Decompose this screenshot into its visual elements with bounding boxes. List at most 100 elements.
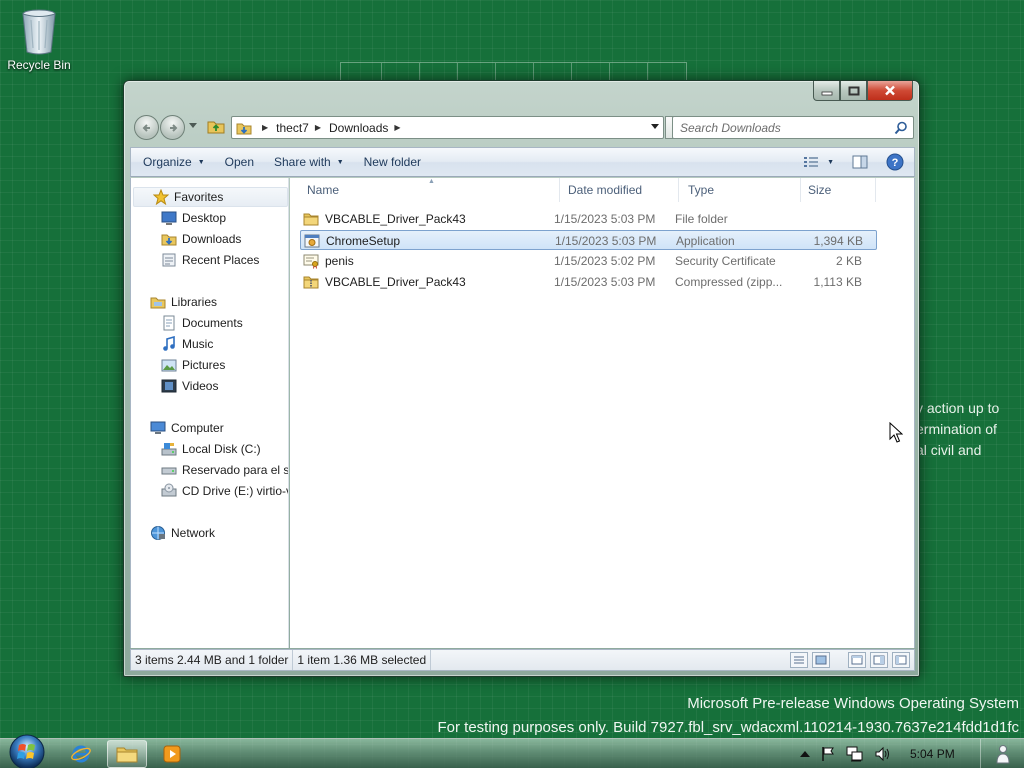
file-name: VBCABLE_Driver_Pack43	[325, 275, 466, 289]
svg-text:?: ?	[892, 157, 899, 169]
file-row[interactable]: penis 1/15/2023 5:02 PM Security Certifi…	[300, 251, 877, 271]
address-dropdown-icon[interactable]	[651, 124, 659, 130]
thumbnail-view-icon	[815, 655, 827, 665]
details-pane-layout-icon	[895, 655, 907, 665]
search-box[interactable]	[672, 116, 914, 139]
column-header-size[interactable]: Size	[801, 178, 876, 202]
breadcrumb-separator-icon[interactable]: ▶	[394, 123, 400, 132]
column-header-type[interactable]: Type	[681, 178, 801, 202]
downloads-folder-icon	[161, 231, 177, 247]
share-with-label: Share with	[274, 155, 331, 169]
taskbar-clock[interactable]: 5:04 PM	[910, 739, 955, 768]
nav-reserved-drive[interactable]: Reservado para el sis	[131, 460, 288, 480]
file-date: 1/15/2023 5:03 PM	[554, 212, 656, 226]
forward-arrow-icon	[169, 123, 177, 132]
nav-cd-drive[interactable]: CD Drive (E:) virtio-v	[131, 481, 288, 501]
maximize-button[interactable]	[840, 81, 867, 101]
search-input[interactable]	[680, 120, 885, 135]
change-view-button[interactable]: ▼	[803, 155, 834, 169]
folder-icon	[303, 211, 319, 227]
command-bar: Organize ▼ Open Share with ▼ New folder …	[130, 147, 915, 177]
taskbar-media-player[interactable]	[152, 740, 192, 768]
recent-pages-dropdown-icon[interactable]	[189, 123, 197, 129]
nav-recent-places[interactable]: Recent Places	[131, 250, 288, 270]
thumbnail-view-button[interactable]	[812, 652, 830, 668]
breadcrumb-separator-icon[interactable]: ▶	[315, 123, 321, 132]
forward-button[interactable]	[160, 115, 185, 140]
nav-local-disk[interactable]: Local Disk (C:)	[131, 439, 288, 459]
nav-computer-label: Computer	[171, 421, 224, 435]
computer-icon	[150, 420, 166, 436]
back-arrow-icon	[142, 123, 150, 132]
details-view-button[interactable]	[790, 652, 808, 668]
nav-desktop[interactable]: Desktop	[131, 208, 288, 228]
sort-ascending-icon: ▲	[428, 178, 435, 185]
recycle-bin-desktop-icon[interactable]: Recycle Bin	[6, 6, 72, 72]
file-row-selected[interactable]: ChromeSetup 1/15/2023 5:03 PM Applicatio…	[300, 230, 877, 250]
recent-places-icon	[161, 252, 177, 268]
file-size: 1,394 KB	[813, 234, 863, 248]
taskbar-internet-explorer[interactable]	[61, 740, 101, 768]
file-date: 1/15/2023 5:02 PM	[554, 254, 656, 268]
chevron-down-icon[interactable]: ▼	[827, 159, 834, 166]
nav-local-disk-label: Local Disk (C:)	[182, 442, 261, 456]
open-button[interactable]: Open	[215, 148, 264, 176]
layout-button-1[interactable]	[848, 652, 866, 668]
file-row[interactable]: VBCABLE_Driver_Pack43 1/15/2023 5:03 PM …	[300, 209, 877, 229]
breadcrumb-user[interactable]: thect7	[276, 121, 309, 135]
show-desktop-button[interactable]	[980, 739, 1024, 768]
layout-button-2[interactable]	[870, 652, 888, 668]
layout-button-3[interactable]	[892, 652, 910, 668]
status-items-summary: 3 items 2.44 MB and 1 folder	[131, 650, 294, 670]
volume-icon[interactable]	[874, 746, 892, 762]
help-icon[interactable]: ?	[886, 153, 904, 171]
recycle-bin-label: Recycle Bin	[7, 58, 71, 72]
navigation-row: ▶ thect7 ▶ Downloads ▶	[132, 114, 914, 140]
close-icon	[885, 85, 895, 96]
navigation-pane: Favorites Desktop Downloads Recent Place…	[130, 178, 289, 648]
back-button[interactable]	[134, 115, 159, 140]
system-tray	[800, 739, 892, 768]
breadcrumb-separator-icon[interactable]: ▶	[262, 123, 268, 132]
start-button[interactable]	[8, 733, 46, 768]
music-icon	[161, 336, 177, 352]
network-tray-icon[interactable]	[846, 746, 864, 762]
nav-music[interactable]: Music	[131, 334, 288, 354]
nav-pictures[interactable]: Pictures	[131, 355, 288, 375]
nav-videos[interactable]: Videos	[131, 376, 288, 396]
nav-downloads[interactable]: Downloads	[131, 229, 288, 249]
videos-icon	[161, 378, 177, 394]
file-row[interactable]: VBCABLE_Driver_Pack43 1/15/2023 5:03 PM …	[300, 272, 877, 292]
column-header-date[interactable]: Date modified	[561, 178, 679, 202]
preview-pane-icon[interactable]	[852, 155, 868, 169]
share-with-menu[interactable]: Share with ▼	[264, 148, 354, 176]
nav-favorites[interactable]: Favorites	[133, 187, 288, 207]
action-center-flag-icon[interactable]	[820, 746, 836, 762]
star-icon	[153, 189, 169, 205]
breadcrumb-downloads[interactable]: Downloads	[329, 121, 388, 135]
nav-computer[interactable]: Computer	[131, 418, 288, 438]
minimize-button[interactable]	[813, 81, 840, 101]
nav-network-label: Network	[171, 526, 216, 540]
nav-libraries[interactable]: Libraries	[131, 292, 288, 312]
file-size: 1,113 KB	[813, 275, 862, 289]
up-folder-icon[interactable]	[207, 117, 225, 135]
new-folder-button[interactable]: New folder	[354, 148, 431, 176]
close-button[interactable]	[867, 81, 913, 101]
show-hidden-icons-icon[interactable]	[800, 750, 810, 758]
local-disk-icon	[161, 441, 177, 457]
nav-downloads-label: Downloads	[182, 232, 242, 246]
file-name-cell: VBCABLE_Driver_Pack43	[303, 209, 553, 229]
certificate-icon	[303, 253, 319, 269]
organize-label: Organize	[143, 155, 192, 169]
organize-menu[interactable]: Organize ▼	[131, 148, 215, 176]
search-icon[interactable]	[894, 121, 908, 135]
address-bar[interactable]: ▶ thect7 ▶ Downloads ▶	[231, 116, 664, 139]
nav-network[interactable]: Network	[131, 523, 288, 543]
application-icon	[304, 233, 320, 249]
nav-documents[interactable]: Documents	[131, 313, 288, 333]
maximize-icon	[848, 86, 859, 95]
file-name-cell: penis	[303, 251, 553, 271]
file-list-pane: Name ▲ Date modified Type Size VBCABLE_D…	[290, 178, 915, 648]
taskbar-windows-explorer[interactable]	[107, 740, 147, 768]
